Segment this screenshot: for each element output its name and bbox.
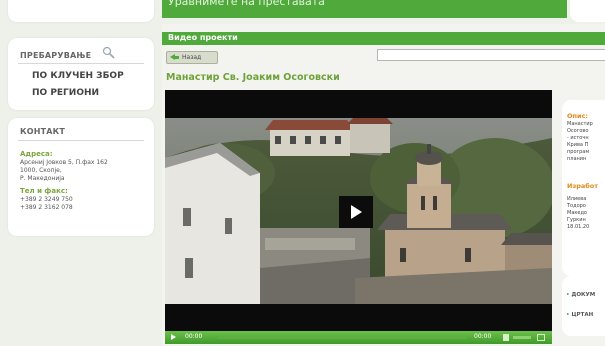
divider bbox=[18, 63, 144, 64]
seek-bar[interactable] bbox=[217, 336, 467, 339]
made-by-line: Македо bbox=[567, 210, 587, 216]
contact-heading: КОНТАКТ bbox=[20, 127, 66, 136]
address-label: Адреса: bbox=[20, 150, 53, 158]
address-line: Арсениј Јовков 5, П.фах 162 bbox=[20, 159, 108, 166]
back-button-label: Назад bbox=[182, 54, 202, 61]
documents-link[interactable]: • ДОКУМ bbox=[566, 292, 595, 298]
back-button[interactable]: Назад bbox=[166, 51, 218, 64]
section-title: Видео проекти bbox=[168, 33, 238, 42]
left-top-box bbox=[8, 0, 154, 22]
made-by-line: Гуркин bbox=[567, 217, 586, 223]
total-time: 00:00 bbox=[474, 333, 492, 340]
search-panel: ПРЕБАРУВАЊЕ ПО КЛУЧЕН ЗБОР ПО РЕГИОНИ bbox=[8, 38, 154, 110]
description-line: планин bbox=[567, 156, 587, 162]
play-icon bbox=[351, 205, 362, 219]
video-title: Манастир Св. Јоаким Осоговски bbox=[166, 72, 340, 83]
address-line: 1000, Скопје, bbox=[20, 167, 62, 174]
back-arrow-icon bbox=[174, 56, 179, 59]
search-by-keyword-link[interactable]: ПО КЛУЧЕН ЗБОР bbox=[32, 71, 124, 81]
made-by-line: 18.01.20 bbox=[567, 224, 590, 230]
documents-panel: • ДОКУМ • ЦРТАН bbox=[562, 276, 605, 336]
description-line: Крива П bbox=[567, 142, 589, 148]
description-line: - источн bbox=[567, 135, 589, 141]
made-by-line: Илиева bbox=[567, 196, 587, 202]
info-panel: Опис: Манастир Осогово - источн Крива П … bbox=[562, 100, 605, 276]
made-by-label: Изработ bbox=[567, 182, 599, 190]
top-banner: Уравнимете на преставата bbox=[162, 0, 567, 18]
search-by-region-link[interactable]: ПО РЕГИОНИ bbox=[32, 88, 99, 98]
volume-slider[interactable] bbox=[513, 336, 531, 339]
video-player[interactable] bbox=[165, 90, 552, 344]
volume-icon[interactable] bbox=[503, 334, 509, 341]
magnifier-icon bbox=[102, 46, 115, 59]
contact-panel: КОНТАКТ Адреса: Арсениј Јовков 5, П.фах … bbox=[8, 118, 154, 236]
phone-line: +389 2 3162 078 bbox=[20, 204, 73, 211]
description-label: Опис: bbox=[567, 112, 589, 120]
player-controls: 00:00 00:00 bbox=[165, 331, 552, 344]
made-by-line: Тодоро bbox=[567, 203, 586, 209]
drawings-link[interactable]: • ЦРТАН bbox=[566, 312, 593, 318]
address-line: Р. Македонија bbox=[20, 175, 65, 182]
fullscreen-icon[interactable] bbox=[537, 334, 545, 341]
phone-line: +389 2 3249 750 bbox=[20, 196, 73, 203]
description-line: програм bbox=[567, 149, 590, 155]
search-heading: ПРЕБАРУВАЊЕ bbox=[20, 51, 92, 60]
current-time: 00:00 bbox=[185, 333, 203, 340]
play-button[interactable] bbox=[339, 196, 373, 228]
search-input[interactable] bbox=[377, 49, 605, 61]
right-top-box bbox=[570, 0, 605, 22]
description-line: Осогово bbox=[567, 128, 589, 134]
banner-text: Уравнимете на преставата bbox=[168, 0, 325, 8]
phone-label: Тел и факс: bbox=[20, 187, 68, 195]
control-play-icon[interactable] bbox=[171, 334, 176, 340]
section-header: Видео проекти bbox=[162, 32, 605, 45]
divider bbox=[18, 140, 144, 141]
description-line: Манастир bbox=[567, 121, 593, 127]
